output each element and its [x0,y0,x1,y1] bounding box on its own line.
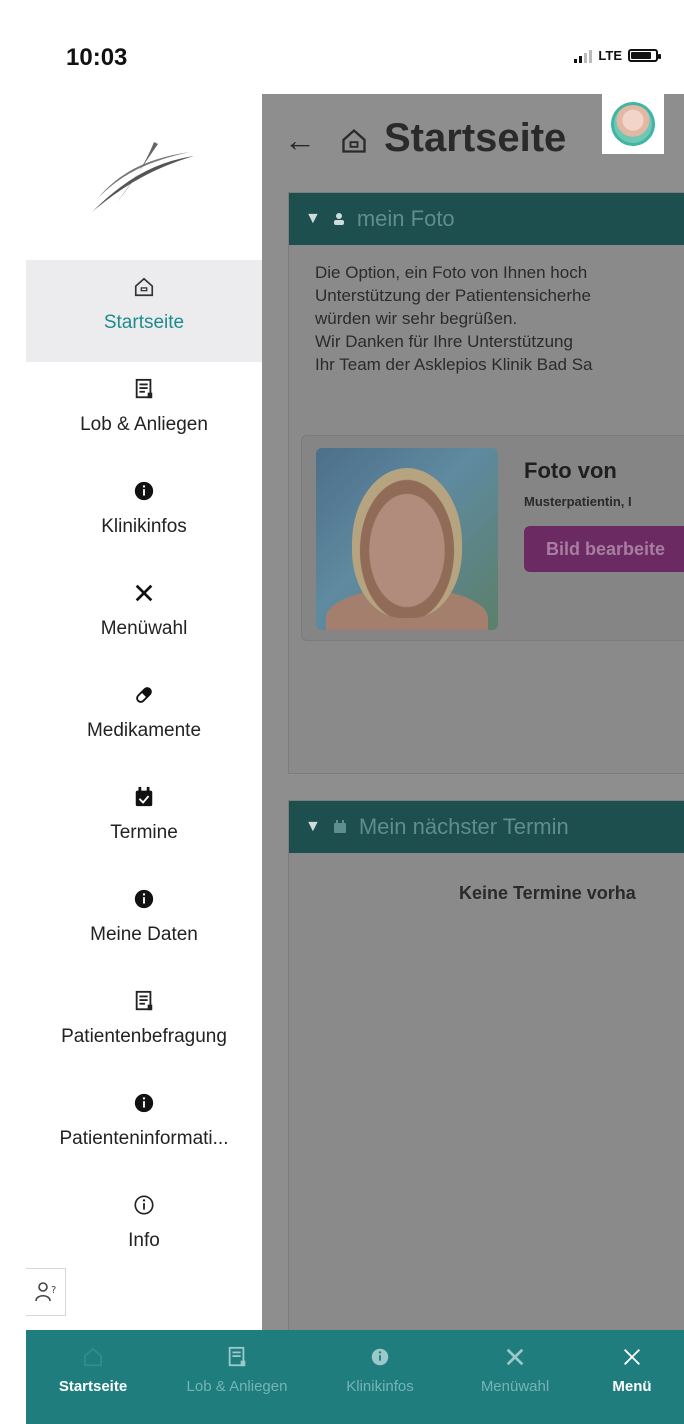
drawer-item-info[interactable]: Info [26,1178,262,1280]
drawer-item-label: Medikamente [86,720,202,741]
back-arrow-icon[interactable]: ← [284,122,316,159]
document-icon [135,378,153,399]
status-bar: 10:03 LTE [0,0,684,94]
drawer-item-startseite[interactable]: Startseite [26,260,262,362]
main-content: ← Startseite ▼ mein Foto Die Option, ein… [262,94,684,1330]
drawer-item-label: Lob & Anliegen [80,414,208,435]
main-header: ← Startseite [262,94,684,186]
collapse-triangle-icon: ▼ [305,210,321,227]
tab-menu-close[interactable]: Menü [596,1330,668,1424]
drawer-item-label: Patientenbefragung [61,1026,227,1047]
edit-photo-button[interactable]: Bild bearbeite [524,526,684,572]
tab-klinikinfos[interactable]: Klinikinfos [330,1330,430,1424]
home-icon [83,1347,103,1367]
drawer-item-label: Menüwahl [100,618,188,639]
text-line: Wir Danken für Ihre Unterstützung [315,332,573,351]
photo-card-title: mein Foto [356,206,455,231]
patient-photo [316,448,498,630]
photo-box: Foto von Musterpatientin, I Bild bearbei… [301,435,684,641]
tab-label: Klinikinfos [346,1378,414,1395]
drawer-item-patienteninformationen[interactable]: Patienteninformati... [26,1076,262,1178]
text-line: Ihr Team der Asklepios Klinik Bad Sa [315,355,593,374]
drawer-item-termine[interactable]: Termine [26,770,262,872]
photo-card-header[interactable]: ▼ mein Foto [289,193,684,245]
collapse-triangle-icon: ▼ [305,818,321,835]
document-icon [228,1346,246,1367]
drawer-item-label: Klinikinfos [101,516,187,537]
tab-label: Menü [612,1378,652,1395]
appointment-card: ▼ Mein nächster Termin Keine Termine vor… [288,800,684,1330]
info-filled-icon [371,1348,389,1366]
document-icon [135,990,153,1011]
tab-lob-anliegen[interactable]: Lob & Anliegen [162,1330,312,1424]
drawer-item-medikamente[interactable]: Medikamente [26,668,262,770]
no-appointments-text: Keine Termine vorha [459,883,636,903]
tab-startseite[interactable]: Startseite [40,1330,146,1424]
tab-label: Startseite [58,1378,128,1395]
svg-text:?: ? [51,1285,56,1296]
drawer-item-lob-anliegen[interactable]: Lob & Anliegen [26,362,262,464]
appointment-card-title: Mein nächster Termin [358,814,569,839]
bottom-tab-bar: Startseite Lob & Anliegen Klinikinfos Me… [26,1330,684,1424]
cutlery-icon [135,584,153,602]
pill-icon [136,687,152,703]
close-icon [624,1349,640,1365]
appointment-card-header[interactable]: ▼ Mein nächster Termin [289,801,684,853]
info-filled-icon [134,1093,154,1113]
avatar [611,102,655,146]
calendar-icon [333,820,346,833]
drawer-item-menuewahl[interactable]: Menüwahl [26,566,262,668]
tab-menuewahl[interactable]: Menüwahl [464,1330,566,1424]
cutlery-icon [506,1348,524,1366]
info-filled-icon [134,481,154,501]
drawer-item-label: Startseite [103,312,185,333]
page-title: Startseite [384,116,567,160]
drawer-item-klinikinfos[interactable]: Klinikinfos [26,464,262,566]
photo-card-text: Die Option, ein Foto von Ihnen hoch Unte… [289,245,684,376]
info-outline-icon [134,1195,154,1215]
photo-card: ▼ mein Foto Die Option, ein Foto von Ihn… [288,192,684,774]
status-indicators: LTE [574,48,661,63]
drawer-item-label: Patienteninformati... [59,1128,229,1149]
clinic-logo [92,142,194,212]
tab-label: Menüwahl [480,1378,550,1395]
signal-icon [574,49,593,63]
battery-fill [631,52,652,59]
tab-label: Lob & Anliegen [186,1378,288,1395]
user-help-button[interactable]: ? [26,1268,66,1316]
text-line: Unterstützung der Patientensicherhe [315,286,591,305]
photo-title: Foto von [524,458,617,483]
drawer-item-label: Termine [110,822,178,843]
status-time: 10:03 [66,44,128,71]
network-label: LTE [598,48,622,63]
info-filled-icon [134,889,154,909]
home-icon [134,277,154,297]
photo-subtitle: Musterpatientin, I [524,494,632,509]
drawer-item-label: Meine Daten [90,924,198,945]
person-icon [333,213,344,225]
side-drawer: Startseite Lob & Anliegen Klinikinfos Me… [26,94,262,1330]
calendar-check-icon [135,786,153,807]
profile-avatar-button[interactable] [602,94,664,154]
drawer-item-label: Info [128,1230,160,1251]
drawer-item-meine-daten[interactable]: Meine Daten [26,872,262,974]
user-question-icon: ? [34,1282,56,1302]
text-line: würden wir sehr begrüßen. [315,309,518,328]
photo-face [352,468,462,618]
home-icon [342,128,366,153]
battery-icon [628,49,661,62]
drawer-item-patientenbefragung[interactable]: Patientenbefragung [26,974,262,1076]
text-line: Die Option, ein Foto von Ihnen hoch [315,263,588,282]
